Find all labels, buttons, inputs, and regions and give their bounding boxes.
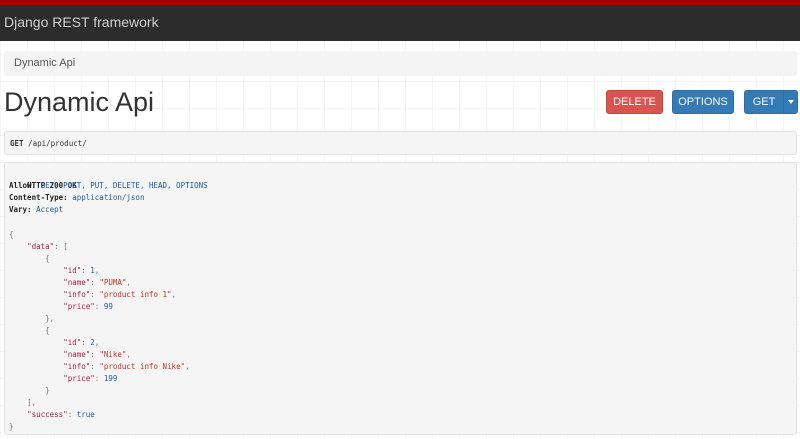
json-value-price: 99 xyxy=(103,302,113,311)
options-button[interactable]: OPTIONS xyxy=(672,90,734,114)
json-open-bracket: [ xyxy=(63,242,68,251)
json-key-id: "id" xyxy=(63,338,82,347)
json-value-price: 199 xyxy=(103,374,118,383)
header-value-vary: Accept xyxy=(36,205,64,214)
request-method: GET xyxy=(10,139,24,148)
header-key-allow: Allow: xyxy=(9,181,37,190)
json-key-id: "id" xyxy=(63,266,82,275)
request-info: GET /api/product/ xyxy=(4,131,797,155)
json-key-price: "price" xyxy=(63,302,95,311)
navbar: Django REST framework xyxy=(0,0,800,41)
brand-link[interactable]: Django REST framework xyxy=(4,14,159,30)
json-item-close: }, xyxy=(45,314,55,323)
json-value-info: "product info 1" xyxy=(99,290,172,299)
chevron-down-icon xyxy=(787,100,794,104)
json-key-price: "price" xyxy=(63,374,95,383)
json-key-info: "info" xyxy=(63,362,91,371)
json-key-success: "success" xyxy=(27,410,68,419)
breadcrumb: Dynamic Api xyxy=(4,51,797,76)
json-value-success: true xyxy=(76,410,95,419)
get-button[interactable]: GET xyxy=(744,90,784,114)
delete-button[interactable]: DELETE xyxy=(606,90,663,114)
request-path: /api/product/ xyxy=(28,139,87,148)
breadcrumb-item-dynamic-api[interactable]: Dynamic Api xyxy=(14,57,75,69)
header-key-vary: Vary: xyxy=(9,205,32,214)
json-key-name: "name" xyxy=(63,278,91,287)
json-key-name: "name" xyxy=(63,350,91,359)
json-open-brace: { xyxy=(9,230,14,239)
json-key-info: "info" xyxy=(63,290,91,299)
json-close-bracket: ], xyxy=(27,398,37,407)
json-item-close: } xyxy=(45,386,50,395)
json-close-brace: } xyxy=(9,422,14,431)
response-info: HTTP 200 OK Allow: GET, POST, PUT, DELET… xyxy=(4,162,797,435)
json-value-name: "PUMA" xyxy=(99,278,127,287)
json-value-info: "product info Nike" xyxy=(99,362,186,371)
header-value-allow: GET, POST, PUT, DELETE, HEAD, OPTIONS xyxy=(40,181,208,190)
page-title: Dynamic Api xyxy=(4,87,155,117)
header-key-content-type: Content-Type: xyxy=(9,193,68,202)
json-key-data: "data" xyxy=(27,242,55,251)
get-format-dropdown-toggle[interactable] xyxy=(783,90,798,114)
json-value-name: "Nike" xyxy=(99,350,127,359)
header-value-content-type: application/json xyxy=(72,193,145,202)
